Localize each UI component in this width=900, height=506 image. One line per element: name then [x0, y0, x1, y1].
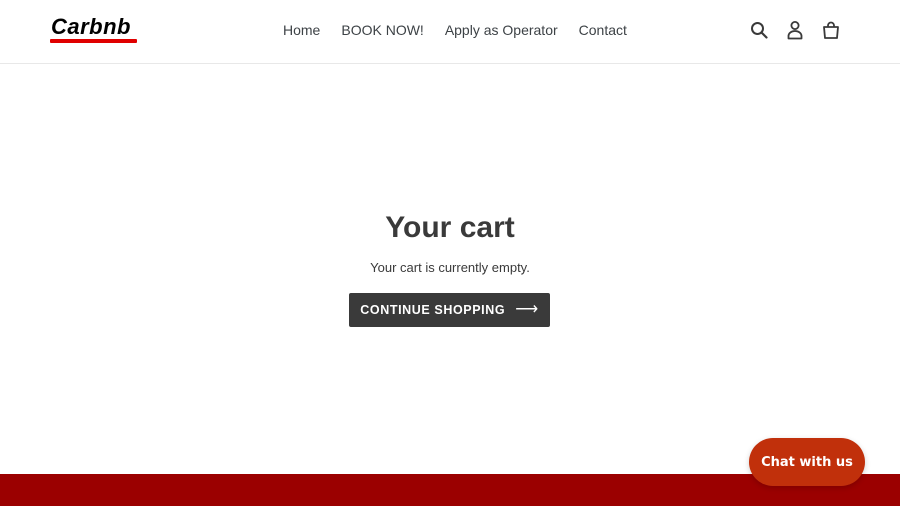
logo-text: Carbnb — [51, 14, 131, 39]
arrow-right-icon: ⟶ — [515, 301, 539, 318]
logo-underline — [50, 39, 137, 43]
cart-page: Your cart Your cart is currently empty. … — [0, 64, 900, 474]
chat-with-us-button[interactable]: Chat with us — [749, 438, 865, 486]
nav-item-home[interactable]: Home — [283, 20, 320, 40]
nav-item-book-now[interactable]: BOOK NOW! — [341, 20, 423, 40]
main-nav: Home BOOK NOW! Apply as Operator Contact — [283, 20, 627, 40]
page: Carbnb Home BOOK NOW! Apply as Operator … — [0, 0, 900, 506]
site-header: Carbnb Home BOOK NOW! Apply as Operator … — [0, 0, 900, 64]
cart-icon[interactable] — [820, 19, 842, 41]
nav-item-contact[interactable]: Contact — [579, 20, 627, 40]
account-icon[interactable] — [784, 19, 806, 41]
cart-empty-message: Your cart is currently empty. — [370, 260, 530, 275]
nav-item-apply-operator[interactable]: Apply as Operator — [445, 20, 558, 40]
site-logo[interactable]: Carbnb — [50, 14, 140, 44]
continue-shopping-label: CONTINUE SHOPPING — [360, 303, 506, 317]
page-title: Your cart — [385, 211, 515, 244]
search-icon[interactable] — [748, 19, 770, 41]
continue-shopping-button[interactable]: CONTINUE SHOPPING ⟶ — [349, 293, 550, 327]
header-icons — [748, 19, 842, 41]
